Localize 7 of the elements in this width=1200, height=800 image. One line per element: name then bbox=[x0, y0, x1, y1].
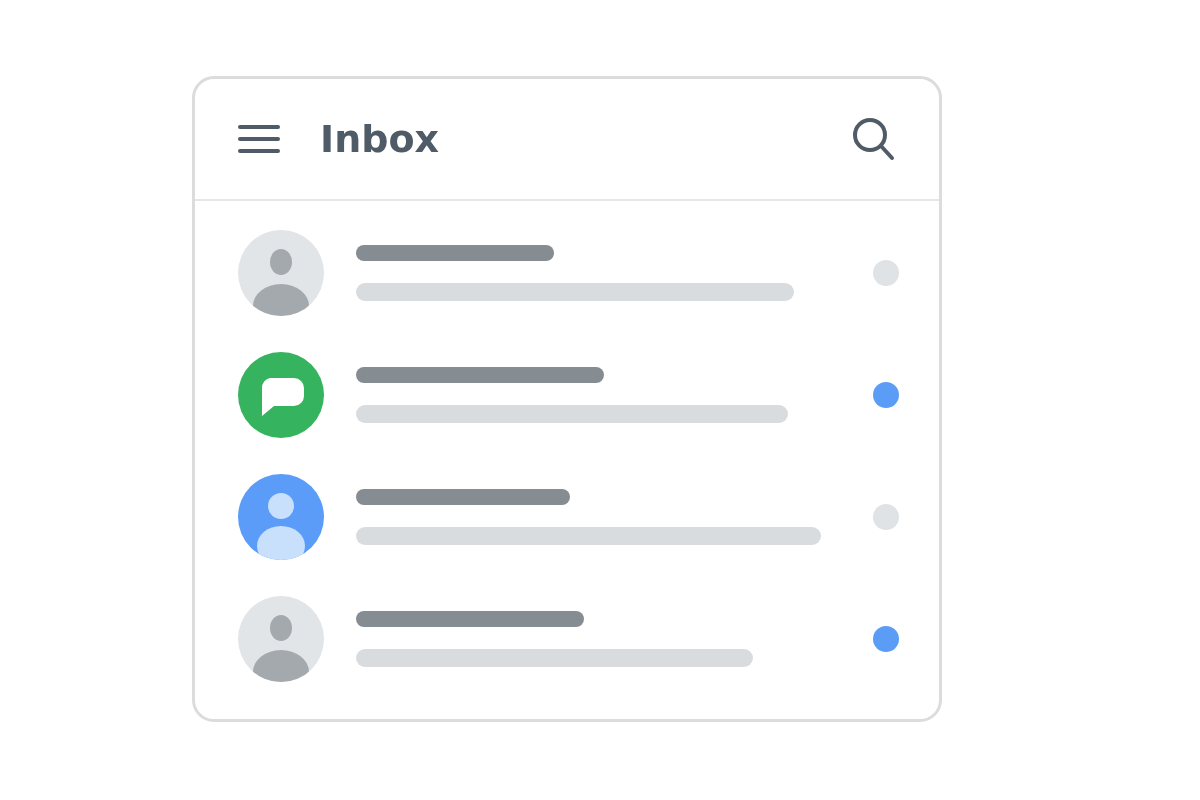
avatar-icon bbox=[238, 474, 324, 560]
inbox-title: Inbox bbox=[320, 117, 440, 161]
chat-icon bbox=[238, 352, 324, 438]
avatar-icon bbox=[238, 230, 324, 316]
avatar-icon bbox=[238, 596, 324, 682]
menu-icon[interactable] bbox=[238, 123, 280, 155]
search-icon[interactable] bbox=[851, 116, 895, 162]
